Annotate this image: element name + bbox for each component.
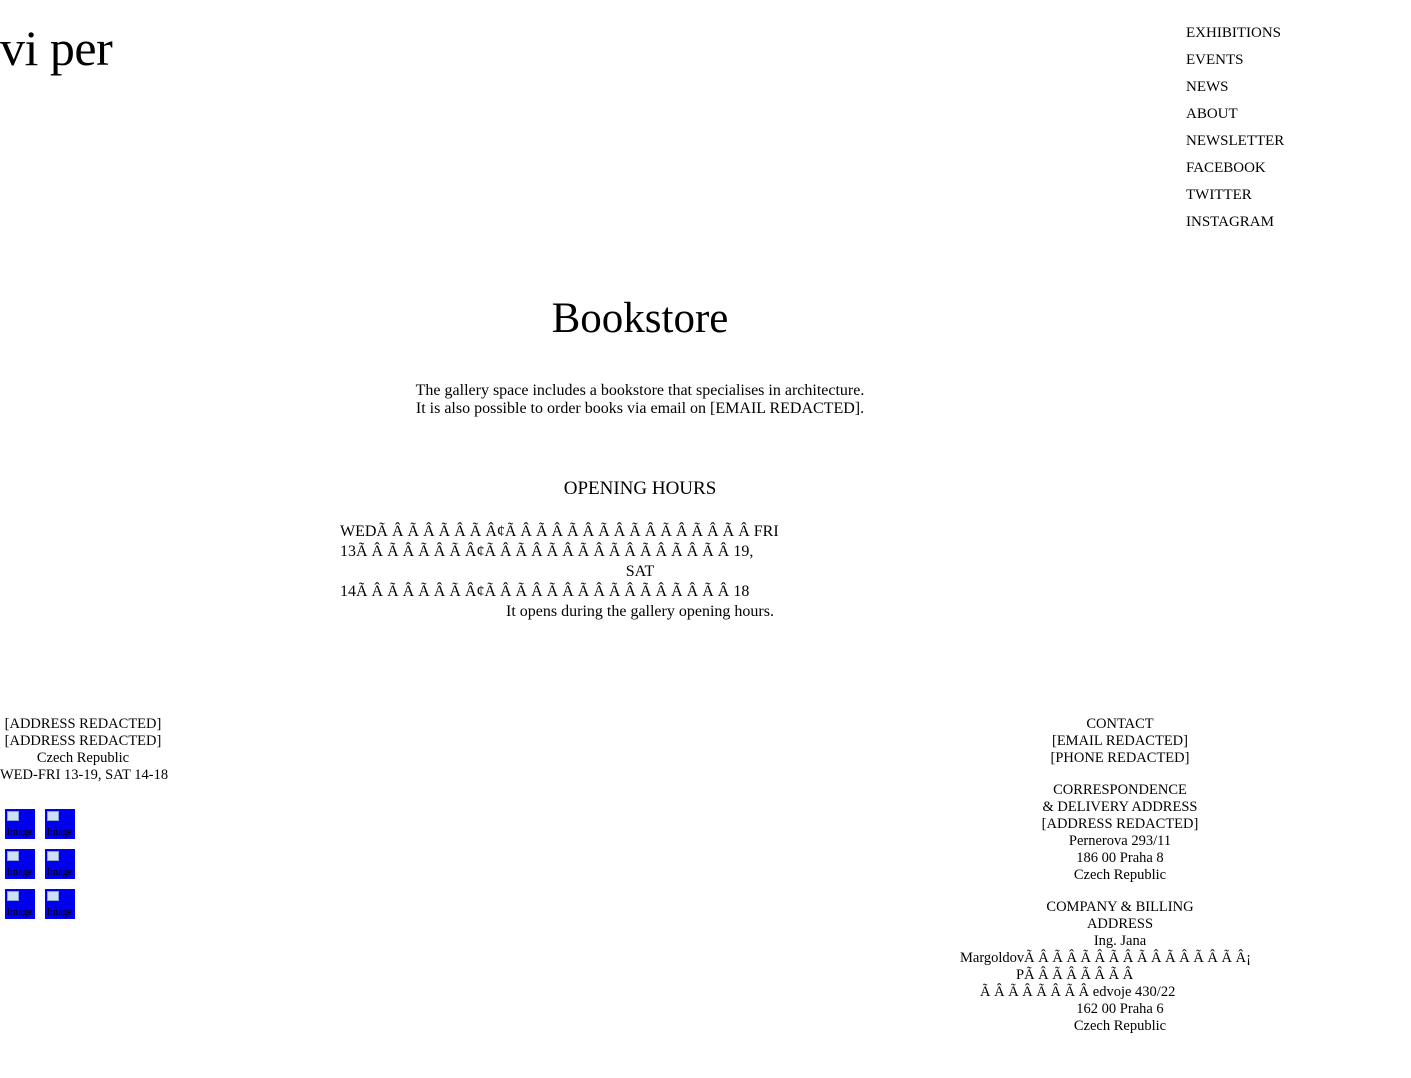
image-alt-text: Image [7,907,32,918]
correspondence-country: Czech Republic [1073,867,1167,883]
nav-item-about[interactable]: ABOUT [1186,105,1284,132]
correspondence-address-2: Pernerova 293/11 [1068,833,1172,849]
correspondence-heading: CORRESPONDENCE [1053,782,1187,798]
image-placeholder-icon [7,891,19,901]
opening-hours-note: It opens during the gallery opening hour… [506,603,774,620]
correspondence-subheading: & DELIVERY ADDRESS [1042,799,1198,815]
nav-link-newsletter[interactable]: NEWSLETTER [1186,133,1284,149]
broken-image-icon[interactable]: Image [45,849,75,879]
nav-link-twitter[interactable]: TWITTER [1186,187,1252,203]
image-alt-text: Image [7,867,32,878]
billing-city: 162 00 Praha 6 [1076,1001,1164,1017]
image-alt-text: Image [47,907,72,918]
opening-hours-heading: OPENING HOURS [563,478,717,499]
intro-line-1: The gallery space includes a bookstore t… [415,382,865,399]
image-placeholder-icon [7,811,19,821]
nav-item-twitter[interactable]: TWITTER [1186,186,1284,213]
footer-opening-hours: WED-FRI 13-19, SAT 14-18 [0,767,169,783]
intro-text: The gallery space includes a bookstore t… [0,382,1280,418]
billing-address-garbled-1: PÃ Â Ã Â Ã Â Ã Â [1016,967,1134,983]
broken-image-icon[interactable]: Image [5,809,35,839]
image-alt-text: Image [47,867,72,878]
hours-line-1: WEDÃ Â Ã Â Ã Â Ã Â¢Ã Â Ã Â Ã Â Ã Â Ã Â Ã… [340,523,779,540]
nav-link-news[interactable]: NEWS [1186,79,1229,95]
hours-line-4: 14Ã Â Ã Â Ã Â Ã Â¢Ã Â Ã Â Ã Â Ã Â Ã Â Ã … [340,583,750,600]
nav-item-facebook[interactable]: FACEBOOK [1186,159,1284,186]
footer-contact: CONTACT [EMAIL REDACTED] [PHONE REDACTED… [960,716,1280,1035]
billing-heading: COMPANY & BILLING [1046,899,1194,915]
image-alt-text: Image [47,827,72,838]
contact-phone[interactable]: [PHONE REDACTED] [960,750,1280,767]
nav-link-facebook[interactable]: FACEBOOK [1186,160,1266,176]
billing-name-1: Ing. Jana [1093,933,1147,949]
nav-link-exhibitions[interactable]: EXHIBITIONS [1186,25,1281,41]
billing-subheading: ADDRESS [1086,916,1154,932]
billing-country: Czech Republic [1073,1018,1167,1034]
contact-heading: CONTACT [1086,716,1154,732]
contact-email[interactable]: [EMAIL REDACTED] [960,733,1280,750]
nav-link-about[interactable]: ABOUT [1186,106,1238,122]
nav-item-news[interactable]: NEWS [1186,78,1284,105]
hours-line-2: 13Ã Â Ã Â Ã Â Ã Â¢Ã Â Ã Â Ã Â Ã Â Ã Â Ã … [340,543,754,560]
nav-link-events[interactable]: EVENTS [1186,52,1244,68]
broken-image-icon[interactable]: Image [45,809,75,839]
image-alt-text: Image [7,827,32,838]
correspondence-block: CORRESPONDENCE & DELIVERY ADDRESS [ADDRE… [960,782,1280,884]
nav-item-newsletter[interactable]: NEWSLETTER [1186,132,1284,159]
opening-hours-text: WEDÃ Â Ã Â Ã Â Ã Â¢Ã Â Ã Â Ã Â Ã Â Ã Â Ã… [340,522,1040,602]
image-placeholder-icon [47,851,59,861]
nav-item-events[interactable]: EVENTS [1186,51,1284,78]
broken-image-icon[interactable]: Image [45,889,75,919]
footer-address-country: Czech Republic [36,750,130,766]
correspondence-address-1: [ADDRESS REDACTED] [1041,816,1199,832]
correspondence-city: 186 00 Praha 8 [1076,850,1164,866]
footer-address: [ADDRESS REDACTED] [ADDRESS REDACTED] Cz… [0,716,169,784]
billing-address-garbled-2: Ã Â Ã Â Ã Â Ã Â edvoje 430/22 [980,984,1176,1000]
broken-image-icon[interactable]: Image [5,889,35,919]
image-placeholder-icon [7,851,19,861]
nav-item-instagram[interactable]: INSTAGRAM [1186,213,1284,240]
hours-line-3: SAT [625,563,655,580]
intro-line-2: It is also possible to order books via e… [415,400,865,417]
footer-address-line-2: [ADDRESS REDACTED] [4,733,162,749]
main-nav: EXHIBITIONS EVENTS NEWS ABOUT NEWSLETTER… [1186,24,1284,240]
image-placeholder-icon [47,891,59,901]
nav-link-instagram[interactable]: INSTAGRAM [1186,214,1274,230]
billing-block: COMPANY & BILLING ADDRESS Ing. Jana Marg… [960,899,1280,1035]
site-logo[interactable]: vi per [0,20,113,76]
image-placeholder-icon [47,811,59,821]
footer-address-line-1: [ADDRESS REDACTED] [4,716,162,732]
contact-block: CONTACT [EMAIL REDACTED] [PHONE REDACTED… [960,716,1280,767]
billing-name-2: MargoldovÃ Â Ã Â Ã Â Ã Â Ã Â Ã Â Ã Â Ã Â… [960,950,1251,966]
broken-image-icon[interactable]: Image [5,849,35,879]
nav-item-exhibitions[interactable]: EXHIBITIONS [1186,24,1284,51]
page-title: Bookstore [551,295,729,342]
